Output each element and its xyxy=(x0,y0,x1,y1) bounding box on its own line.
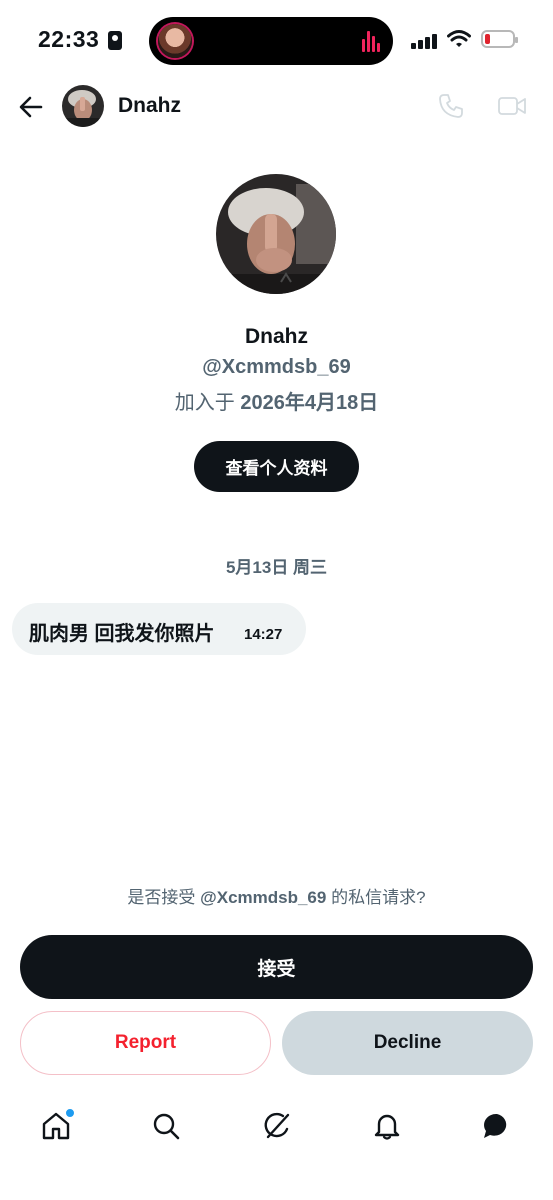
tab-search[interactable] xyxy=(150,1110,182,1142)
request-question-suffix: 的私信请求? xyxy=(331,888,426,907)
joined-date: 2026年4月18日 xyxy=(240,392,379,414)
notification-dot xyxy=(65,1108,75,1118)
header-name[interactable]: Dnahz xyxy=(118,94,181,118)
status-bar: 22:33 xyxy=(0,0,553,84)
wifi-icon xyxy=(447,30,471,47)
joined-prefix: 加入于 xyxy=(174,392,235,414)
tab-notifications[interactable] xyxy=(371,1110,403,1142)
accept-button[interactable]: 接受 xyxy=(20,935,533,999)
profile-avatar[interactable] xyxy=(216,174,336,294)
view-profile-button[interactable]: 查看个人资料 xyxy=(194,441,359,492)
battery-level xyxy=(485,34,490,44)
video-camera-icon[interactable] xyxy=(497,92,527,120)
conversation-header: Dnahz xyxy=(0,80,553,132)
live-activity-avatar xyxy=(158,24,192,58)
bell-icon xyxy=(374,1114,400,1140)
tab-messages[interactable] xyxy=(481,1110,513,1142)
profile-name: Dnahz xyxy=(245,325,308,348)
request-question-prefix: 是否接受 xyxy=(127,888,196,907)
search-icon xyxy=(153,1113,180,1140)
profile-joined-date: 加入于 2026年4月18日 xyxy=(0,386,553,415)
arrow-left-icon[interactable] xyxy=(16,92,46,122)
tab-grok[interactable] xyxy=(261,1110,293,1142)
message-bubble[interactable]: 肌肉男 回我发你照片 14:27 xyxy=(12,603,306,655)
grok-icon xyxy=(264,1112,290,1139)
profile-handle: @Xcmmdsb_69 xyxy=(202,356,351,378)
request-question: 是否接受 @Xcmmdsb_69 的私信请求? xyxy=(0,883,553,908)
battery-icon xyxy=(481,30,518,48)
message-time: 14:27 xyxy=(244,626,283,643)
request-question-handle: @Xcmmdsb_69 xyxy=(200,888,327,907)
report-button[interactable]: Report xyxy=(20,1011,271,1075)
dynamic-island[interactable] xyxy=(149,17,393,65)
decline-button[interactable]: Decline xyxy=(282,1011,533,1075)
message-text: 肌肉男 回我发你照片 xyxy=(29,623,215,645)
avatar[interactable] xyxy=(62,85,104,127)
bottom-tab-bar xyxy=(0,1098,553,1154)
audio-bars-icon xyxy=(362,30,380,52)
id-card-icon xyxy=(108,31,122,50)
status-time: 22:33 xyxy=(38,26,100,52)
phone-icon[interactable] xyxy=(437,92,465,120)
messages-icon xyxy=(484,1113,507,1138)
date-separator: 5月13日 周三 xyxy=(225,558,328,577)
tab-home[interactable] xyxy=(40,1108,75,1142)
cellular-signal-icon xyxy=(411,33,439,49)
